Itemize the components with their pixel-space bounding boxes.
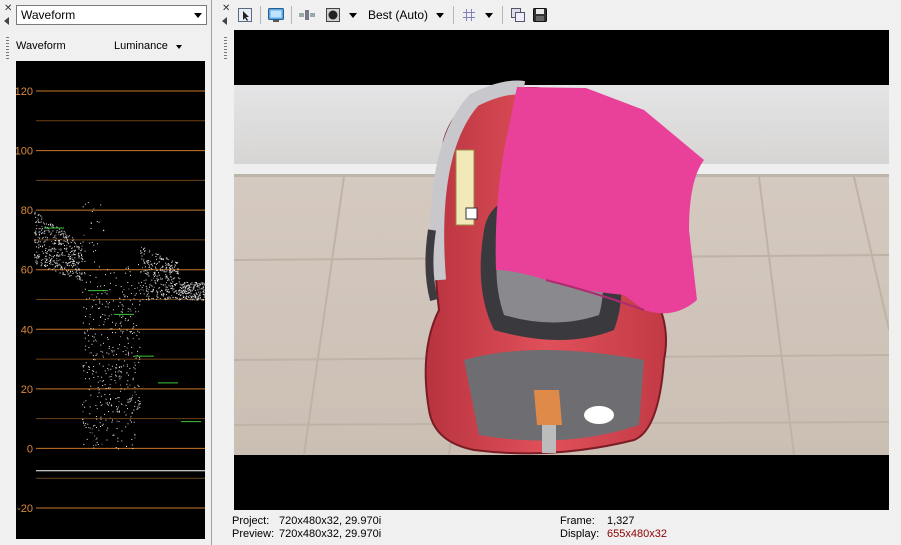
preview-quality-dropdown[interactable]: Best (Auto) [368,8,428,22]
waveform-graph: 120 100 80 60 40 20 0 -20 [16,86,205,515]
video-frame-image [234,80,889,456]
toolbar-separator [291,6,292,24]
waveform-tick-label: 20 [21,384,33,396]
chevron-down-icon[interactable] [349,12,357,18]
close-icon[interactable]: ✕ [222,4,230,14]
collapse-arrow-icon[interactable] [4,17,9,25]
waveform-trace [34,202,205,450]
waveform-tick-label: 0 [27,443,33,455]
scope-mode-dropdown[interactable]: Luminance [114,40,168,52]
save-snapshot-icon[interactable] [529,4,551,26]
collapse-arrow-icon[interactable] [222,17,227,25]
waveform-tick-label: 60 [21,265,33,277]
frame-label: Frame: [560,515,595,527]
preview-label: Preview: [232,528,275,540]
video-scopes-panel: ✕ Waveform Waveform Luminance 120 100 80 60… [0,0,212,545]
preview-value: 720x480x32, 29.970i [279,528,382,540]
overlay-icon[interactable] [322,4,344,26]
status-bar: Project: 720x480x32, 29.970i Preview: 72… [232,514,892,542]
toolbar-separator [260,6,261,24]
project-label: Project: [232,515,270,527]
waveform-tick-label: 100 [16,146,33,158]
waveform-tick-label: 40 [21,324,33,336]
scope-title: Waveform [16,40,66,52]
pane-grip-handle[interactable] [6,37,9,61]
waveform-tick-label: 80 [21,205,33,217]
chevron-down-icon[interactable] [436,12,445,18]
video-preview-frame [234,30,889,510]
waveform-tick-label: -20 [17,503,33,515]
scope-type-dropdown[interactable]: Waveform [16,5,207,25]
chevron-down-icon[interactable] [176,45,182,49]
select-tool-icon[interactable] [234,4,256,26]
chevron-down-icon [194,13,202,18]
grid-icon[interactable] [458,4,480,26]
close-icon[interactable]: ✕ [4,4,12,14]
waveform-scope: 120 100 80 60 40 20 0 -20 [16,61,205,539]
scope-type-value: Waveform [21,8,76,22]
waveform-tick-label: 120 [16,86,33,98]
video-preview-panel: ✕ Best (Auto) Project: 720x480x32, 29.97… [218,0,901,545]
preview-monitor-icon[interactable] [265,4,287,26]
copy-snapshot-icon[interactable] [507,4,529,26]
toolbar-separator [453,6,455,24]
preview-toolbar: Best (Auto) [234,2,899,28]
display-label: Display: [560,528,600,540]
toolbar-separator [502,6,504,24]
chevron-down-icon[interactable] [485,12,494,18]
frame-value: 1,327 [607,515,635,527]
pane-grip-handle[interactable] [224,37,227,61]
split-screen-icon[interactable] [296,4,318,26]
scope-header: Waveform Luminance [16,39,207,55]
display-value: 655x480x32 [607,528,667,540]
project-value: 720x480x32, 29.970i [279,515,382,527]
